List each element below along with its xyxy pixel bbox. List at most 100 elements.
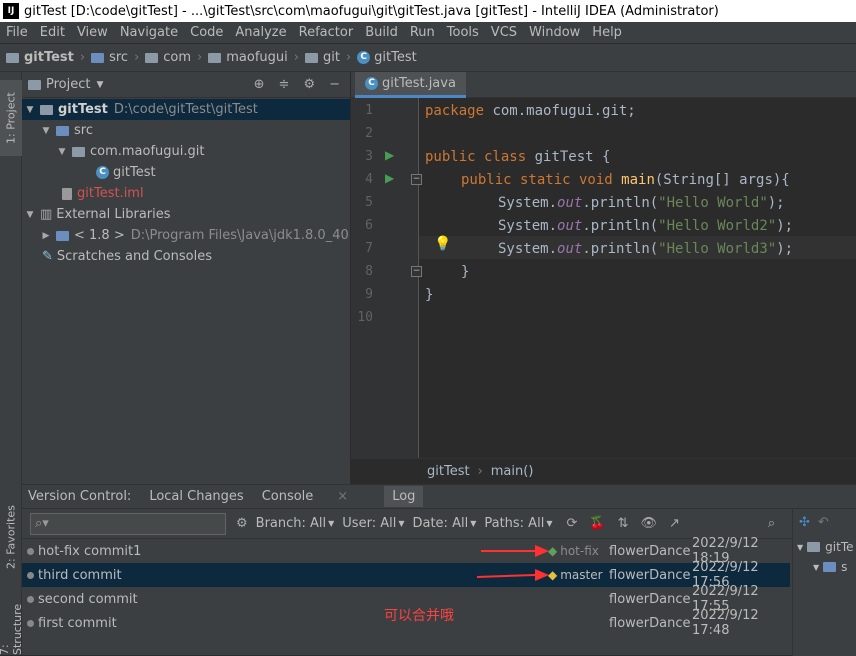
changed-files-panel: ✣ ↶ ▼ gitTe ▼ s [792, 509, 856, 656]
code-line: System.out.println("Hello World3"); [498, 241, 793, 257]
folder-icon [6, 52, 19, 63]
filter-branch[interactable]: Branch: All [256, 516, 326, 531]
breadcrumb-label: com [163, 50, 192, 65]
cherry-pick-icon[interactable]: 🍒 [589, 516, 605, 531]
breadcrumb-item-src[interactable]: src › [91, 50, 145, 65]
breadcrumb-item-com[interactable]: com › [145, 50, 208, 65]
locate-icon[interactable]: ⊕ [254, 77, 265, 92]
tree-item-iml[interactable]: gitTest.iml [22, 183, 350, 204]
editor-breadcrumb-class[interactable]: gitTest [427, 464, 470, 479]
menu-refactor[interactable]: Refactor [293, 25, 360, 40]
menu-view[interactable]: View [71, 25, 114, 40]
project-view-selector[interactable]: Project [46, 77, 90, 92]
code-token: public static void [461, 172, 613, 188]
tab-gittest-java[interactable]: CgitTest.java [355, 72, 466, 98]
tree-item-scratches[interactable]: ✎ Scratches and Consoles [22, 246, 350, 267]
chevron-down-icon: ▼ [328, 519, 335, 528]
code-line: } [461, 264, 470, 280]
hide-icon[interactable]: − [329, 77, 340, 92]
tool-tab-label: 2: Favorites [4, 505, 18, 569]
undo-icon[interactable]: ↶ [818, 515, 829, 530]
eye-icon[interactable]: 👁 [640, 516, 657, 531]
menu-vcs[interactable]: VCS [485, 25, 523, 40]
code-editor[interactable]: 1 2 3 4 5 6 7 8 9 10 ▶ ▶ − − package com… [351, 98, 856, 458]
tree-item-class[interactable]: CgitTest [22, 162, 350, 183]
menu-navigate[interactable]: Navigate [114, 25, 184, 40]
left-tool-strip: 1: Project 2: Favorites 7: Structure [0, 72, 24, 655]
chevron-down-icon: ▼ [813, 562, 820, 572]
tool-tab-structure[interactable]: 7: Structure [0, 590, 24, 655]
file-icon [62, 187, 72, 200]
fold-icon[interactable]: − [411, 266, 422, 277]
tree-item-project-root[interactable]: ▼ gitTest D:\code\gitTest\gitTest [22, 99, 350, 120]
code-token: (String[] args){ [654, 172, 790, 188]
collapse-all-icon[interactable]: ≑ [279, 77, 290, 92]
chevron-down-icon[interactable]: ▼ [24, 210, 36, 220]
tab-local-changes[interactable]: Local Changes [149, 489, 243, 504]
tree-label: gitTest [113, 165, 156, 180]
close-icon[interactable]: × [337, 489, 348, 504]
breadcrumb-item-project[interactable]: gitTest › [6, 50, 91, 65]
editor-breadcrumb-method[interactable]: main() [491, 464, 534, 479]
changed-files-root[interactable]: ▼ gitTe [793, 540, 856, 554]
code-line: public static void main(String[] args){ [461, 172, 790, 188]
tab-label: Console [261, 489, 314, 504]
gear-icon[interactable]: ⚙ [303, 77, 315, 92]
breadcrumb-item-git[interactable]: git › [304, 50, 357, 65]
changed-files-src[interactable]: ▼ s [793, 560, 856, 574]
filter-user[interactable]: User: All [342, 516, 396, 531]
menu-window[interactable]: Window [523, 25, 586, 40]
sort-icon[interactable]: ⇅ [618, 516, 629, 531]
tab-log[interactable]: Log [384, 486, 424, 507]
tree-item-package[interactable]: ▼ com.maofugui.git [22, 141, 350, 162]
run-icon[interactable]: ▶ [385, 171, 394, 185]
menu-analyze[interactable]: Analyze [229, 25, 292, 40]
commit-author: flowerDance [609, 615, 691, 631]
chevron-down-icon[interactable]: ▼ [56, 147, 68, 157]
menu-bar: File Edit View Navigate Code Analyze Ref… [0, 22, 856, 44]
log-search-input[interactable]: ⌕▾ [30, 512, 226, 535]
filter-date[interactable]: Date: All [412, 516, 468, 531]
tree-item-jdk[interactable]: ▶ < 1.8 > D:\Program Files\Java\jdk1.8.0_4… [22, 225, 350, 246]
run-icon[interactable]: ▶ [385, 148, 394, 162]
chevron-right-icon[interactable]: ▶ [40, 231, 52, 241]
folder-icon [807, 542, 821, 552]
breadcrumb-item-class[interactable]: CgitTest [357, 50, 417, 65]
chevron-down-icon[interactable]: ▼ [40, 126, 52, 136]
commit-row[interactable]: hot-fix commit1 ◆ hot-fix flowerDance 202… [22, 536, 790, 566]
code-token: out [557, 241, 583, 257]
tree-label: gitTest [58, 102, 108, 117]
fold-icon[interactable]: − [411, 174, 422, 185]
chevron-down-icon[interactable]: ▼ [24, 105, 36, 115]
menu-code[interactable]: Code [184, 25, 229, 40]
filter-paths[interactable]: Paths: All [484, 516, 544, 531]
code-token: ); [776, 241, 794, 257]
menu-help[interactable]: Help [586, 25, 628, 40]
menu-file[interactable]: File [0, 25, 34, 40]
lightbulb-icon[interactable]: 💡 [434, 236, 451, 252]
menu-edit[interactable]: Edit [34, 25, 71, 40]
tool-tab-favorites[interactable]: 2: Favorites [0, 492, 22, 582]
tab-console[interactable]: Console × [262, 489, 367, 504]
open-link-icon[interactable]: ↗ [669, 516, 680, 531]
code-token: "Hello World" [658, 195, 768, 211]
intellij-logo-icon: IJ [3, 3, 19, 19]
menu-build[interactable]: Build [359, 25, 404, 40]
breadcrumb-item-maofugui[interactable]: maofugui › [208, 50, 305, 65]
menu-run[interactable]: Run [404, 25, 441, 40]
tree-label: src [74, 123, 93, 138]
commit-message: hot-fix commit1 [38, 543, 142, 559]
breadcrumb-label: maofugui [226, 50, 288, 65]
search-icon[interactable]: ⌕ [768, 516, 775, 531]
refresh-icon[interactable]: ⟳ [566, 516, 577, 531]
project-panel: Project ▼ ⊕ ≑ ⚙ − ▼ gitTest D:\code\gitTes… [22, 72, 351, 484]
tree-item-src[interactable]: ▼ src [22, 120, 350, 141]
menu-tools[interactable]: Tools [441, 25, 485, 40]
gear-icon[interactable]: ⚙ [236, 516, 248, 531]
commit-row[interactable]: third commit ◆ master flowerDance 2022/9/… [22, 560, 790, 590]
breadcrumb-label: gitTest [374, 50, 417, 65]
chevron-down-icon[interactable]: ▼ [96, 80, 103, 90]
tree-item-external-libraries[interactable]: ▼ ▥ External Libraries [22, 204, 350, 225]
expand-icon[interactable]: ✣ [799, 515, 810, 530]
tool-tab-project[interactable]: 1: Project [0, 80, 22, 156]
